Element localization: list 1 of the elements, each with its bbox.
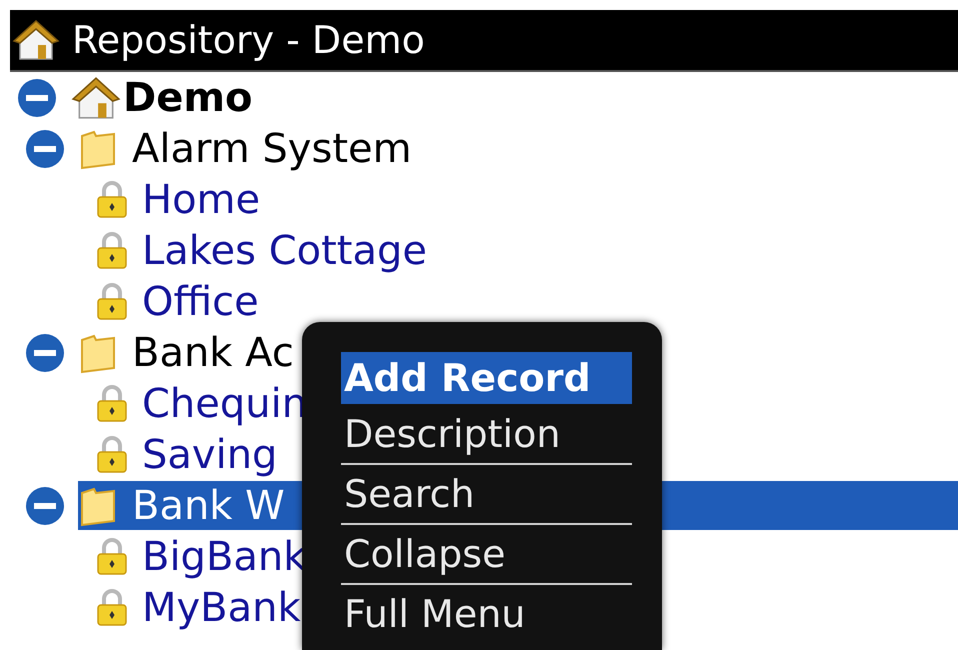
- window-title: Repository - Demo: [72, 21, 425, 59]
